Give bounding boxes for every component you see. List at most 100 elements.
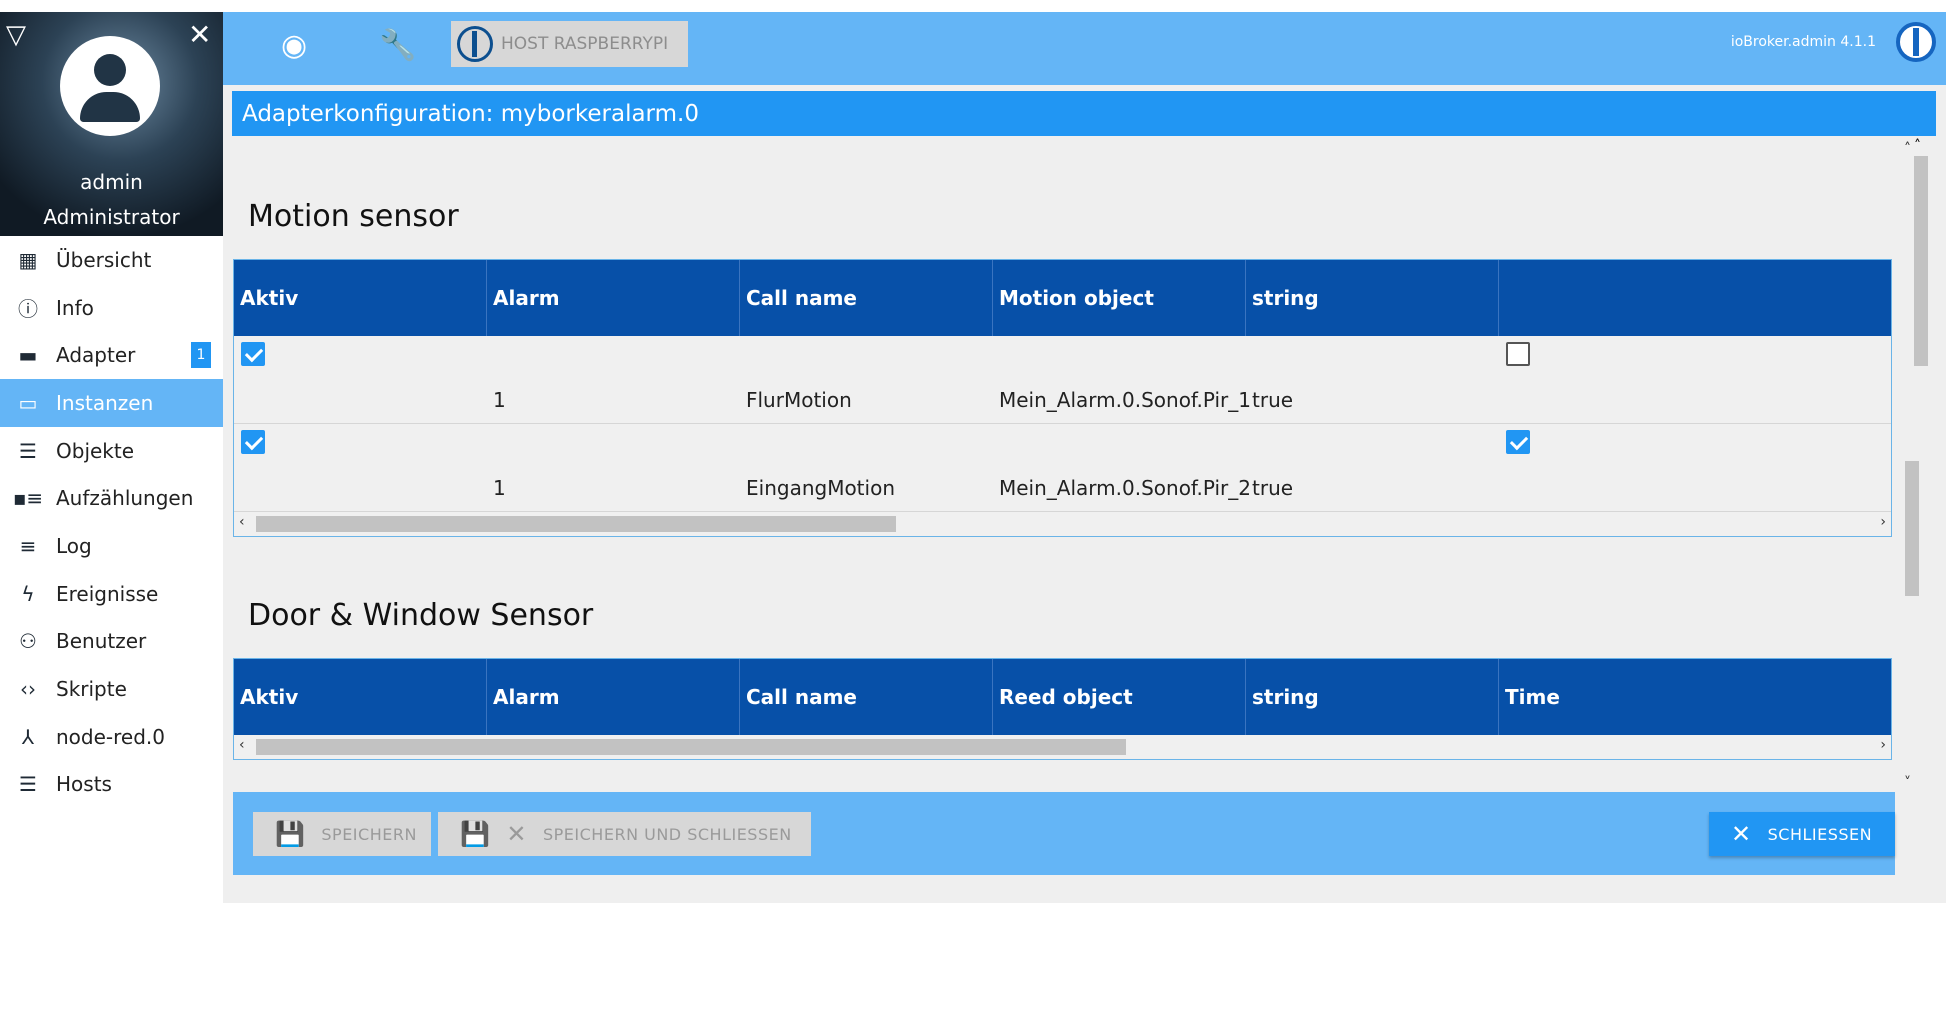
extra-checkbox[interactable] xyxy=(1506,342,1530,366)
page-vertical-scrollbar[interactable]: ˄ xyxy=(1910,138,1932,798)
sidebar-item-adapter[interactable]: ▬ Adapter 1 xyxy=(0,331,223,379)
top-bar: ◉ 🔧 HOST RASPBERRYPI ioBroker.admin 4.1.… xyxy=(223,12,1946,85)
floppy-icon: 💾 xyxy=(275,820,306,848)
scroll-up-icon[interactable]: ˄ xyxy=(1914,138,1921,154)
browser-top-strip xyxy=(0,0,1954,12)
host-button[interactable]: HOST RASPBERRYPI xyxy=(451,21,688,67)
lightning-icon: ϟ xyxy=(21,581,35,606)
sidebar-item-info[interactable]: ⓘ Info xyxy=(0,284,223,332)
sidebar-item-label: Info xyxy=(56,295,94,320)
sidebar-item-ereignisse[interactable]: ϟ Ereignisse xyxy=(0,570,223,618)
sidebar-item-label: Hosts xyxy=(56,772,112,797)
save-button[interactable]: 💾 SPEICHERN xyxy=(253,812,431,856)
user-name: admin xyxy=(80,170,143,194)
save-label: SPEICHERN xyxy=(321,824,417,844)
floppy-icon: 💾 xyxy=(460,820,491,848)
sidebar-item-label: Objekte xyxy=(56,438,135,463)
cell-alarm: 1 xyxy=(493,387,506,412)
list-icon: ☰ xyxy=(19,438,37,463)
app-version: ioBroker.admin 4.1.1 xyxy=(1730,34,1876,50)
cell-object: Mein_Alarm.0.Sonof.Pir_2 xyxy=(999,475,1251,500)
extra-checkbox[interactable] xyxy=(1506,430,1530,454)
door-section-title: Door & Window Sensor xyxy=(248,598,594,633)
scroll-right-icon[interactable]: › xyxy=(1880,737,1886,753)
scrollbar-thumb[interactable] xyxy=(256,516,896,532)
info-icon: ⓘ xyxy=(18,297,38,322)
user-profile-panel: ▽ ✕ admin Administrator xyxy=(0,12,223,236)
cell-alarm: 1 xyxy=(493,475,506,500)
cell-aktiv xyxy=(234,424,487,511)
scroll-left-icon[interactable]: ‹ xyxy=(239,737,245,753)
scrollbar-thumb[interactable] xyxy=(256,739,1126,755)
eye-icon[interactable]: ◉ xyxy=(281,28,307,63)
store-icon: ▬ xyxy=(18,343,38,368)
column-header: Alarm xyxy=(487,659,740,735)
column-header: string xyxy=(1246,659,1499,735)
motion-section-title: Motion sensor xyxy=(248,199,459,234)
column-header: string xyxy=(1246,260,1499,336)
column-header: Aktiv xyxy=(234,260,487,336)
sidebar-item-node-red[interactable]: ⅄ node-red.0 xyxy=(0,713,223,761)
aktiv-checkbox[interactable] xyxy=(241,342,265,366)
save-close-label: SPEICHERN UND SCHLIESSEN xyxy=(543,824,792,844)
close-button[interactable]: ✕ SCHLIESSEN xyxy=(1709,812,1895,856)
aktiv-checkbox[interactable] xyxy=(241,430,265,454)
close-label: SCHLIESSEN xyxy=(1767,824,1873,844)
cell-call-name: FlurMotion xyxy=(746,387,852,412)
sidebar-item-label: Übersicht xyxy=(56,247,152,272)
sidebar-item-benutzer[interactable]: ⚇ Benutzer xyxy=(0,618,223,666)
column-header: Aktiv xyxy=(234,659,487,735)
adapter-badge: 1 xyxy=(191,342,211,369)
cell-extra xyxy=(1499,336,1752,423)
sidebar-item-label: Aufzählungen xyxy=(56,486,194,511)
close-sidebar-icon[interactable]: ✕ xyxy=(188,18,211,51)
scroll-right-icon[interactable]: › xyxy=(1880,514,1886,530)
door-table: Aktiv Alarm Call name Reed object string… xyxy=(233,658,1892,760)
sidebar-item-skripte[interactable]: ‹› Skripte xyxy=(0,665,223,713)
sidebar-item-ubersicht[interactable]: ▦ Übersicht xyxy=(0,236,223,284)
column-header: Time xyxy=(1505,685,1560,709)
main-content: Adapterkonfiguration: myborkeralarm.0 Mo… xyxy=(223,85,1946,903)
table-row: 1 FlurMotion Mein_Alarm.0.Sonof.Pir_1 tr… xyxy=(234,336,1891,424)
column-header: Motion object xyxy=(993,260,1246,336)
enum-icon: ▪≡ xyxy=(12,486,44,511)
close-icon: ✕ xyxy=(506,820,527,848)
menu-toggle-icon[interactable]: ▽ xyxy=(6,20,26,50)
table-row: 1 EingangMotion Mein_Alarm.0.Sonof.Pir_2… xyxy=(234,424,1891,512)
sidebar-item-label: Benutzer xyxy=(56,629,147,654)
sidebar-item-hosts[interactable]: ☰ Hosts xyxy=(0,761,223,809)
user-icon: ⚇ xyxy=(19,629,37,654)
horizontal-scrollbar[interactable]: ‹ › xyxy=(234,512,1891,536)
node-red-icon: ⅄ xyxy=(21,724,35,749)
table-header: Aktiv Alarm Call name Reed object string… xyxy=(234,659,1891,735)
sidebar-item-label: Ereignisse xyxy=(56,581,159,606)
sidebar-item-label: Log xyxy=(56,533,92,558)
scroll-left-icon[interactable]: ‹ xyxy=(239,514,245,530)
host-button-label: HOST RASPBERRYPI xyxy=(501,34,669,54)
code-icon: ‹› xyxy=(20,677,36,702)
sidebar-item-objekte[interactable]: ☰ Objekte xyxy=(0,427,223,475)
user-role: Administrator xyxy=(43,205,180,229)
dialog-footer: 💾 SPEICHERN 💾 ✕ SPEICHERN UND SCHLIESSEN… xyxy=(233,792,1895,875)
avatar xyxy=(60,36,160,136)
column-header: Reed object xyxy=(993,659,1246,735)
cell-string: true xyxy=(1252,387,1294,412)
sidebar-item-label: Adapter xyxy=(56,343,136,368)
cell-object: Mein_Alarm.0.Sonof.Pir_1 xyxy=(999,387,1251,412)
sidebar-item-aufzahlungen[interactable]: ▪≡ Aufzählungen xyxy=(0,474,223,522)
wrench-icon[interactable]: 🔧 xyxy=(379,28,416,63)
config-title: Adapterkonfiguration: myborkeralarm.0 xyxy=(232,91,1936,136)
sidebar-item-log[interactable]: ≡ Log xyxy=(0,522,223,570)
table-header: Aktiv Alarm Call name Motion object stri… xyxy=(234,260,1891,336)
horizontal-scrollbar[interactable]: ‹ › xyxy=(234,735,1891,759)
sidebar-item-instanzen[interactable]: ▭ Instanzen xyxy=(0,379,223,427)
sidebar: ▽ ✕ admin Administrator ▦ Übersicht ⓘ In… xyxy=(0,12,223,1032)
sidebar-item-label: Skripte xyxy=(56,677,127,702)
grid-icon: ▦ xyxy=(18,247,38,272)
sidebar-item-label: Instanzen xyxy=(56,390,154,415)
log-icon: ≡ xyxy=(19,533,37,558)
save-and-close-button[interactable]: 💾 ✕ SPEICHERN UND SCHLIESSEN xyxy=(438,812,811,856)
hosts-icon: ☰ xyxy=(19,772,37,797)
scrollbar-thumb[interactable] xyxy=(1914,156,1928,366)
sidebar-nav: ▦ Übersicht ⓘ Info ▬ Adapter 1 ▭ Instanz… xyxy=(0,236,223,808)
